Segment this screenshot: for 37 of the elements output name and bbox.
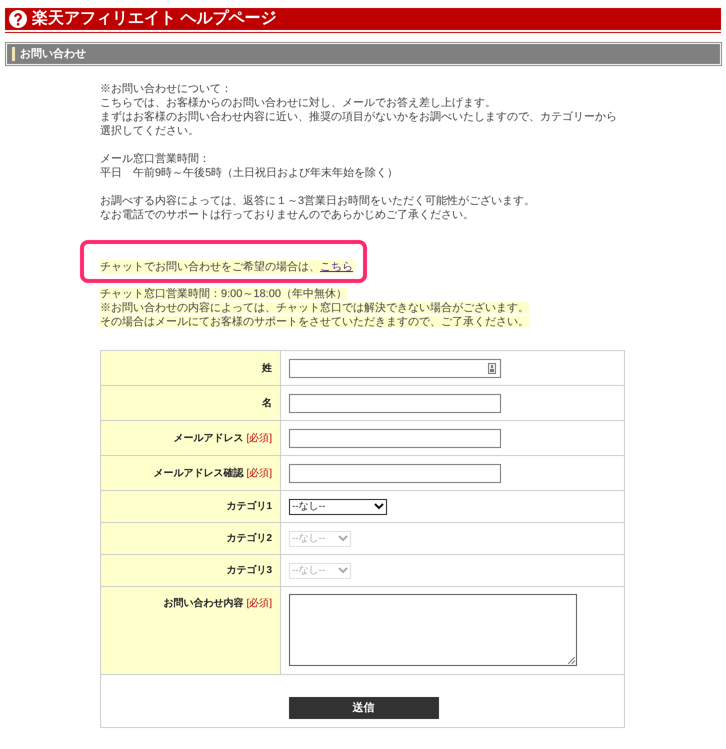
autofill-icon[interactable] — [488, 362, 496, 374]
chevron-down-icon — [374, 503, 384, 510]
info-text: ※お問い合わせについて： — [100, 82, 233, 96]
page-title: 楽天アフィリエイト ヘルプページ — [32, 8, 276, 29]
info-text: こちらでは、お客様からのお問い合わせに対し、メールでお答え差し上げます。 — [100, 96, 497, 110]
field-label: カテゴリ2 — [226, 532, 272, 546]
chevron-down-icon — [338, 567, 348, 574]
chat-text: チャットでお問い合わせをご希望の場合は、こちら — [100, 260, 355, 274]
text-field[interactable] — [289, 394, 501, 412]
required-tag: [必須] — [246, 430, 272, 446]
message-textarea[interactable] — [289, 594, 577, 666]
field-label: 名 — [262, 396, 272, 410]
field-label: メールアドレス — [173, 432, 244, 446]
chat-link[interactable]: こちら — [320, 261, 353, 273]
info-text: メール窓口営業時間： — [100, 152, 211, 166]
chat-note: ※お問い合わせの内容によっては、チャット窓口では解決できない場合がございます。 — [100, 302, 529, 314]
text-field[interactable] — [289, 464, 501, 482]
field-label: お問い合わせ内容 — [163, 596, 244, 611]
text-field[interactable] — [289, 358, 501, 378]
resize-handle-icon[interactable] — [568, 657, 575, 664]
info-text: 平日 午前9時～午後5時（土日祝日および年末年始を除く） — [100, 166, 400, 180]
info-text: まずはお客様のお問い合わせ内容に近い、推奨の項目がないかをお調べいたしますので、カテゴリーから選択してください。 — [100, 110, 618, 138]
field-label: カテゴリ1 — [226, 500, 272, 514]
info-text: お調べする内容によっては、返答に１～3営業日お時間をいただく可能性がございます。 — [100, 194, 536, 208]
chat-note: その場合はメールにてお客様のサポートをさせていただきますので、ご了承ください。 — [100, 316, 529, 328]
field-label: 姓 — [262, 362, 272, 376]
required-tag: [必須] — [246, 466, 272, 480]
required-tag: [必須] — [246, 596, 272, 611]
text-field[interactable] — [289, 428, 501, 448]
submit-button[interactable]: 送信 — [288, 697, 438, 719]
field-label: メールアドレス確認 — [153, 466, 244, 480]
category-select[interactable]: --なし-- — [289, 498, 387, 514]
info-text: なお電話でのサポートは行っておりませんのであらかじめご了承ください。 — [100, 208, 475, 222]
chevron-down-icon — [338, 535, 348, 542]
section-title: お問い合わせ — [20, 46, 86, 62]
chat-note: チャット窓口営業時間：9:00～18:00（年中無休） — [100, 288, 347, 300]
field-label: カテゴリ3 — [226, 564, 272, 578]
